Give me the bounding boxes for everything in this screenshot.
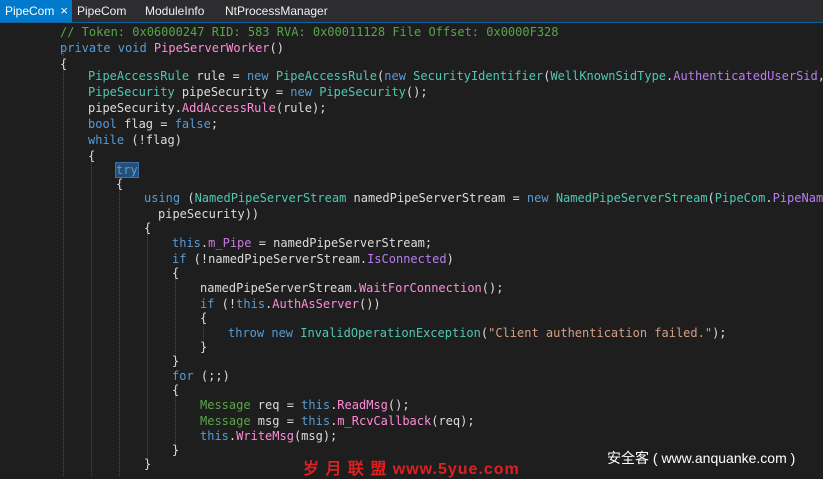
code-line: if (!namedPipeServerStream.IsConnected) bbox=[172, 252, 454, 266]
code-line: Message req = this.ReadMsg(); bbox=[200, 398, 410, 412]
code-line: while (!flag) bbox=[88, 133, 182, 147]
tab-moduleinfo[interactable]: ModuleInfo bbox=[140, 0, 220, 22]
code-line: PipeAccessRule rule = new PipeAccessRule… bbox=[88, 69, 823, 83]
tab-label: PipeCom bbox=[77, 4, 127, 18]
code-line: { bbox=[88, 149, 96, 163]
tab-label: PipeCom bbox=[5, 4, 55, 18]
code-line: { bbox=[172, 266, 180, 280]
code-line: pipeSecurity.AddAccessRule(rule); bbox=[88, 101, 327, 115]
code-line: { bbox=[144, 221, 152, 235]
code-line: // Token: 0x06000247 RID: 583 RVA: 0x000… bbox=[60, 24, 559, 40]
tab-pipecom[interactable]: PipeCom bbox=[72, 0, 140, 22]
tab-pipecom-active[interactable]: PipeCom × bbox=[0, 0, 72, 22]
code-line: Message msg = this.m_RcvCallback(req); bbox=[200, 414, 475, 428]
code-line: PipeSecurity pipeSecurity = new PipeSecu… bbox=[88, 85, 428, 99]
try-keyword-highlight[interactable]: try bbox=[115, 162, 139, 178]
tab-ntprocessmanager[interactable]: NtProcessManager bbox=[220, 0, 330, 22]
code-line: } bbox=[200, 340, 208, 354]
code-line: using (NamedPipeServerStream namedPipeSe… bbox=[144, 191, 823, 205]
indent-guide bbox=[147, 234, 148, 464]
watermark-anquanke: 安全客 ( www.anquanke.com ) bbox=[607, 450, 796, 466]
code-line: bool flag = false; bbox=[88, 117, 219, 131]
code-line: for (;;) bbox=[172, 369, 230, 383]
watermark-5yue: 岁 月 联 盟 www.5yue.com bbox=[303, 461, 520, 478]
indent-guide bbox=[63, 49, 64, 476]
code-line: if (!this.AuthAsServer()) bbox=[200, 297, 381, 311]
code-editor[interactable]: // Token: 0x06000247 RID: 583 RVA: 0x000… bbox=[0, 23, 823, 476]
code-line: namedPipeServerStream.WaitForConnection(… bbox=[200, 281, 504, 295]
tab-label: NtProcessManager bbox=[225, 4, 328, 18]
code-line: this.WriteMsg(msg); bbox=[200, 429, 338, 443]
code-line: { bbox=[200, 311, 208, 325]
tab-label: ModuleInfo bbox=[145, 4, 205, 18]
indent-guide bbox=[119, 186, 120, 476]
code-line: pipeSecurity)) bbox=[158, 207, 260, 221]
document-tab-bar: PipeCom × PipeCom ModuleInfo NtProcessMa… bbox=[0, 0, 823, 23]
code-line: { bbox=[172, 383, 180, 397]
code-line: throw new InvalidOperationException("Cli… bbox=[228, 326, 727, 340]
code-line: { bbox=[60, 57, 68, 71]
indent-guide bbox=[175, 274, 176, 358]
code-line: { bbox=[116, 177, 124, 191]
code-line: } bbox=[172, 354, 180, 368]
metadata-comment: // Token: 0x06000247 RID: 583 RVA: 0x000… bbox=[60, 25, 559, 39]
code-line: this.m_Pipe = namedPipeServerStream; bbox=[172, 236, 433, 250]
indent-guide bbox=[91, 154, 92, 476]
code-line: } bbox=[172, 443, 180, 457]
code-line: private void PipeServerWorker() bbox=[60, 41, 284, 55]
close-icon[interactable]: × bbox=[60, 0, 68, 22]
exception-message-string: "Client authentication failed." bbox=[488, 326, 713, 340]
code-line: } bbox=[144, 457, 152, 471]
